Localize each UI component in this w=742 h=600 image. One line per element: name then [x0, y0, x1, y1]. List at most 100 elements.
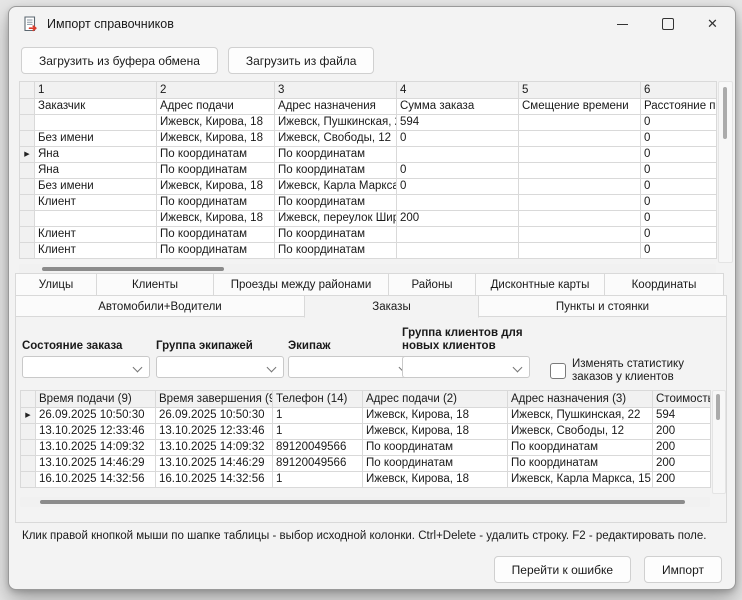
- row-header[interactable]: [20, 455, 36, 472]
- cell[interactable]: По координатам: [274, 194, 397, 211]
- row-header[interactable]: [19, 98, 35, 115]
- cell[interactable]: 200: [652, 423, 711, 440]
- cell[interactable]: 0: [640, 146, 717, 163]
- goto-error-button[interactable]: Перейти к ошибке: [493, 556, 632, 583]
- tab-districts[interactable]: Районы: [388, 273, 476, 296]
- cell[interactable]: [518, 194, 641, 211]
- cell[interactable]: Расстояние по: [640, 98, 717, 115]
- cell[interactable]: 200: [652, 455, 711, 472]
- column-header[interactable]: [19, 81, 35, 99]
- tab-clients[interactable]: Клиенты: [96, 273, 214, 296]
- cell[interactable]: 13.10.2025 14:09:32: [155, 439, 273, 456]
- cell[interactable]: Клиент: [34, 226, 157, 243]
- cell[interactable]: Ижевск, Карла Маркса, 15: [507, 471, 653, 488]
- load-from-clipboard-button[interactable]: Загрузить из буфера обмена: [21, 47, 218, 74]
- row-header[interactable]: [20, 471, 36, 488]
- row-header[interactable]: [19, 114, 35, 131]
- cell[interactable]: [396, 194, 519, 211]
- cell[interactable]: Без имени: [34, 178, 157, 195]
- cell[interactable]: [518, 226, 641, 243]
- tab-streets[interactable]: Улицы: [15, 273, 97, 296]
- table-row[interactable]: ▶ Яна По координатам По координатам 0: [19, 146, 717, 163]
- cell[interactable]: [518, 242, 641, 259]
- cell[interactable]: 0: [396, 178, 519, 195]
- cell[interactable]: Ижевск, Кирова, 18: [362, 423, 508, 440]
- row-header[interactable]: [19, 210, 35, 227]
- cell[interactable]: 16.10.2025 14:32:56: [35, 471, 156, 488]
- table-row[interactable]: 13.10.2025 14:46:29 13.10.2025 14:46:29 89…: [20, 455, 711, 472]
- cell[interactable]: [34, 114, 157, 131]
- cell[interactable]: Ижевск, Свободы, 12: [274, 130, 397, 147]
- cell[interactable]: По координатам: [274, 162, 397, 179]
- table-row[interactable]: Без имени Ижевск, Кирова, 18 Ижевск, Свобо…: [19, 130, 717, 147]
- load-from-file-button[interactable]: Загрузить из файла: [227, 47, 375, 74]
- change-statistics-checkbox[interactable]: [550, 363, 566, 379]
- orders-table-vertical-scrollbar[interactable]: [712, 390, 726, 494]
- column-header[interactable]: [20, 390, 36, 408]
- cell[interactable]: 0: [396, 130, 519, 147]
- table-row[interactable]: Клиент По координатам По координатам 0: [19, 242, 717, 259]
- cell[interactable]: Ижевск, Кирова, 18: [362, 471, 508, 488]
- row-header[interactable]: [19, 194, 35, 211]
- maximize-button[interactable]: [645, 7, 690, 41]
- cell[interactable]: По координатам: [156, 194, 275, 211]
- crew-combobox[interactable]: [288, 356, 416, 378]
- table-row[interactable]: Ижевск, Кирова, 18 Ижевск, переулок Широ 2…: [19, 210, 717, 227]
- column-header[interactable]: 2: [156, 81, 275, 99]
- cell[interactable]: [518, 210, 641, 227]
- cell[interactable]: 0: [640, 242, 717, 259]
- table-row[interactable]: Без имени Ижевск, Кирова, 18 Ижевск, Карла…: [19, 178, 717, 195]
- cell[interactable]: 13.10.2025 12:33:46: [155, 423, 273, 440]
- tab-district-routes[interactable]: Проезды между районами: [213, 273, 389, 296]
- cell[interactable]: По координатам: [274, 146, 397, 163]
- cell[interactable]: Ижевск, Кирова, 18: [156, 114, 275, 131]
- row-header[interactable]: [20, 423, 36, 440]
- table-row[interactable]: 13.10.2025 14:09:32 13.10.2025 14:09:32 89…: [20, 439, 711, 456]
- cell[interactable]: Ижевск, Кирова, 18: [362, 407, 508, 424]
- cell[interactable]: По координатам: [156, 146, 275, 163]
- cell[interactable]: По координатам: [274, 226, 397, 243]
- import-button[interactable]: Импорт: [644, 556, 722, 583]
- cell[interactable]: 200: [652, 439, 711, 456]
- cell[interactable]: Сумма заказа: [396, 98, 519, 115]
- table-row[interactable]: Яна По координатам По координатам 0 0: [19, 162, 717, 179]
- column-header[interactable]: 1: [34, 81, 157, 99]
- table-row[interactable]: Клиент По координатам По координатам 0: [19, 194, 717, 211]
- order-state-combobox[interactable]: [22, 356, 150, 378]
- table-row[interactable]: Заказчик Адрес подачи Адрес назначения Сумм…: [19, 98, 717, 115]
- current-row-marker[interactable]: ▶: [20, 407, 36, 424]
- cell[interactable]: По координатам: [156, 226, 275, 243]
- crew-group-combobox[interactable]: [156, 356, 284, 378]
- cell[interactable]: Заказчик: [34, 98, 157, 115]
- import-table-vertical-scrollbar[interactable]: [718, 81, 733, 263]
- cell[interactable]: Клиент: [34, 194, 157, 211]
- cell[interactable]: [396, 146, 519, 163]
- column-header[interactable]: Адрес подачи (2): [362, 390, 508, 408]
- tab-cars-drivers[interactable]: Автомобили+Водители: [15, 295, 305, 318]
- scrollbar-thumb[interactable]: [40, 500, 685, 504]
- cell[interactable]: По координатам: [507, 455, 653, 472]
- cell[interactable]: 594: [652, 407, 711, 424]
- cell[interactable]: 0: [640, 226, 717, 243]
- column-header[interactable]: 4: [396, 81, 519, 99]
- change-statistics-checkbox-group[interactable]: Изменять статистику заказов у клиентов: [550, 358, 704, 384]
- cell[interactable]: По координатам: [156, 162, 275, 179]
- cell[interactable]: 0: [640, 178, 717, 195]
- tab-orders[interactable]: Заказы: [304, 295, 479, 318]
- scrollbar-thumb[interactable]: [42, 267, 224, 271]
- cell[interactable]: Ижевск, Пушкинская, 2: [274, 114, 397, 131]
- cell[interactable]: 0: [396, 162, 519, 179]
- cell[interactable]: [518, 162, 641, 179]
- table-row[interactable]: 16.10.2025 14:32:56 16.10.2025 14:32:56 1 И…: [20, 471, 711, 488]
- row-header[interactable]: [19, 178, 35, 195]
- column-header[interactable]: 6: [640, 81, 717, 99]
- cell[interactable]: 13.10.2025 12:33:46: [35, 423, 156, 440]
- column-header[interactable]: Время подачи (9): [35, 390, 156, 408]
- new-client-group-combobox[interactable]: [402, 356, 530, 378]
- column-header[interactable]: Адрес назначения (3): [507, 390, 653, 408]
- cell[interactable]: Адрес подачи: [156, 98, 275, 115]
- cell[interactable]: 1: [272, 407, 363, 424]
- cell[interactable]: Ижевск, переулок Широ: [274, 210, 397, 227]
- cell[interactable]: 200: [396, 210, 519, 227]
- cell[interactable]: [518, 130, 641, 147]
